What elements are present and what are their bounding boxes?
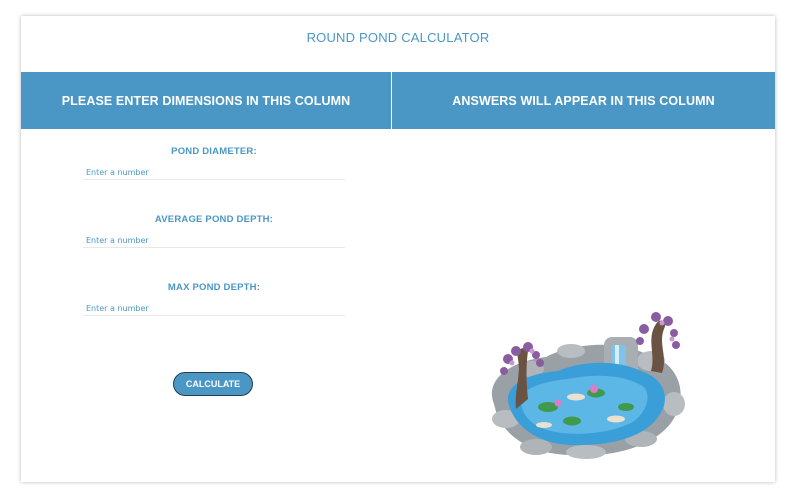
column-header-bar: PLEASE ENTER DIMENSIONS IN THIS COLUMN A… [21,72,775,129]
pond-diameter-label: POND DIAMETER: [171,146,257,157]
answer-column-header: ANSWERS WILL APPEAR IN THIS COLUMN [391,72,775,129]
average-depth-field: AVERAGE POND DEPTH: [83,214,345,248]
average-depth-input[interactable] [83,234,345,248]
pond-illustration [491,312,685,459]
page-title: ROUND POND CALCULATOR [306,30,490,45]
calculate-button[interactable]: CALCULATE [173,372,253,396]
pond-diameter-input[interactable] [83,166,345,180]
average-depth-label: AVERAGE POND DEPTH: [154,214,274,225]
max-depth-label: MAX POND DEPTH: [167,282,261,293]
input-column-header: PLEASE ENTER DIMENSIONS IN THIS COLUMN [61,93,351,108]
pond-diameter-field: POND DIAMETER: [83,146,345,180]
calculator-card: ROUND POND CALCULATOR PLEASE ENTER DIMEN… [21,16,775,482]
max-depth-field: MAX POND DEPTH: [83,282,345,316]
max-depth-input[interactable] [83,302,345,316]
